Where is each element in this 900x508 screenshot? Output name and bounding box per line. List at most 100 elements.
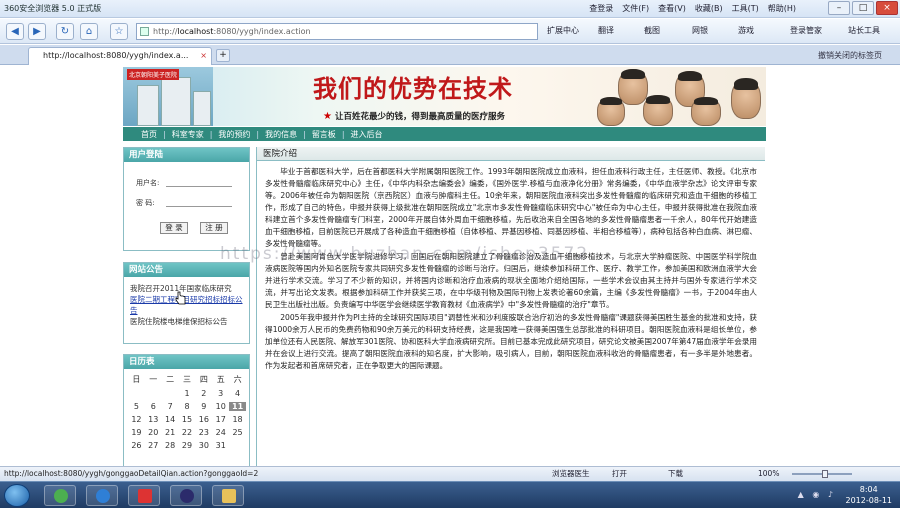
nav-home[interactable]: 首页 — [141, 129, 157, 140]
nav-my-appointments[interactable]: 我的预约 — [218, 129, 250, 140]
calendar-day[interactable]: 7 — [162, 402, 179, 411]
close-tab-icon[interactable]: × — [200, 48, 207, 64]
home-icon[interactable]: ⌂ — [80, 23, 98, 40]
hospital-building-image: 北京朝阳美子医院 — [123, 67, 213, 126]
menu-tools[interactable]: 工具(T) — [732, 3, 759, 14]
calendar-grid: 日一二三四五六 1 2 3 4 5 6 7 8 9 10 11 12 13 14 15 16 17 18 19 20 21… — [128, 374, 246, 450]
calendar-day[interactable]: 14 — [162, 415, 179, 424]
taskbar-eclipse[interactable] — [170, 485, 202, 506]
taskbar: ▲ ◉ ♪ 8:04 2012-08-11 — [0, 481, 900, 508]
main-content: 医院介绍 毕业于首都医科大学，后在首都医科大学附属朝阳医院工作。1993年朝阳医… — [256, 147, 765, 467]
login-panel: 用户登陆 用户名: 密 码: 登 录 注 册 — [123, 147, 250, 251]
calendar-day[interactable]: 29 — [179, 441, 196, 450]
calendar-day[interactable]: 27 — [145, 441, 162, 450]
minimize-button[interactable]: – — [828, 1, 850, 15]
back-icon[interactable]: ◀ — [6, 23, 24, 40]
password-label: 密 码: — [136, 199, 155, 207]
calendar-day[interactable]: 17 — [212, 415, 229, 424]
netbank-button[interactable]: 网银 — [692, 25, 708, 36]
calendar-day[interactable]: 11 — [229, 402, 246, 411]
menu-file[interactable]: 文件(F) — [622, 3, 649, 14]
password-input[interactable] — [166, 196, 232, 207]
taskbar-clock[interactable]: 8:04 2012-08-11 — [846, 484, 893, 506]
new-tab-button[interactable]: + — [216, 49, 230, 62]
calendar-day[interactable]: 1 — [179, 389, 196, 398]
tab-label: http://localhost:8080/yygh/index.a... — [43, 51, 189, 60]
zoom-level[interactable]: 100% — [758, 467, 779, 481]
maximize-button[interactable]: □ — [852, 1, 874, 15]
calendar-day[interactable]: 2 — [195, 389, 212, 398]
calendar-day[interactable]: 3 — [212, 389, 229, 398]
calendar-day[interactable]: 21 — [162, 428, 179, 437]
taskbar-app[interactable] — [128, 485, 160, 506]
login-manager-button[interactable]: 登录管家 — [790, 25, 822, 36]
download-button[interactable]: 下载 — [668, 467, 683, 481]
nav-message-board[interactable]: 留言板 — [312, 129, 336, 140]
username-input[interactable] — [166, 176, 232, 187]
calendar-day — [128, 389, 145, 398]
notice-item[interactable]: 医院二期工程项目研究招标招标公告 — [124, 294, 249, 316]
taskbar-360-browser[interactable] — [44, 485, 76, 506]
menu-help[interactable]: 帮助(H) — [768, 3, 796, 14]
extension-center-button[interactable]: 扩展中心 — [547, 25, 579, 36]
browser-title-bar: 360安全浏览器 5.0 正式版 查登录 文件(F) 查看(V) 收藏(B) 工… — [0, 0, 900, 18]
translate-button[interactable]: 翻译 — [598, 25, 614, 36]
forward-icon[interactable]: ▶ — [28, 23, 46, 40]
address-bar[interactable]: http://localhost:8080/yygh/index.action — [136, 23, 538, 40]
folder-icon — [222, 489, 236, 503]
taskbar-explorer[interactable] — [212, 485, 244, 506]
nav-experts[interactable]: 科室专家 — [172, 129, 204, 140]
games-button[interactable]: 游戏 — [738, 25, 754, 36]
calendar-day[interactable]: 30 — [195, 441, 212, 450]
zoom-slider-handle[interactable] — [822, 470, 828, 478]
menu-favorites[interactable]: 收藏(B) — [695, 3, 723, 14]
calendar-day[interactable]: 10 — [212, 402, 229, 411]
calendar-day[interactable]: 8 — [179, 402, 196, 411]
menu-view[interactable]: 查看(V) — [658, 3, 686, 14]
calendar-day[interactable]: 12 — [128, 415, 145, 424]
calendar-day[interactable]: 5 — [128, 402, 145, 411]
calendar-day[interactable]: 22 — [179, 428, 196, 437]
calendar-day[interactable]: 16 — [195, 415, 212, 424]
browser-title: 360安全浏览器 5.0 正式版 — [4, 4, 102, 13]
site-nav: 首页 | 科室专家 | 我的预约 | 我的信息 | 留言板 | 进入后台 — [123, 127, 766, 141]
calendar-day[interactable]: 13 — [145, 415, 162, 424]
browser-icon — [54, 489, 68, 503]
menu-login[interactable]: 查登录 — [589, 3, 613, 14]
calendar-day[interactable]: 19 — [128, 428, 145, 437]
weekday-label: 一 — [149, 375, 158, 384]
calendar-day[interactable]: 28 — [162, 441, 179, 450]
calendar-day[interactable]: 26 — [128, 441, 145, 450]
screenshot-button[interactable]: 截图 — [644, 25, 660, 36]
webmaster-tools-button[interactable]: 站长工具 — [848, 25, 880, 36]
system-tray[interactable]: ▲ ◉ ♪ — [798, 490, 836, 499]
open-button[interactable]: 打开 — [612, 467, 627, 481]
browser-doctor-button[interactable]: 浏览器医生 — [552, 467, 590, 481]
calendar-day[interactable]: 31 — [212, 441, 229, 450]
nav-admin[interactable]: 进入后台 — [351, 129, 383, 140]
calendar-day[interactable]: 24 — [212, 428, 229, 437]
star-icon[interactable]: ☆ — [110, 23, 128, 40]
notice-item[interactable]: 我院召开2011年国家临床研究 — [124, 283, 249, 294]
calendar-day[interactable]: 25 — [229, 428, 246, 437]
start-button[interactable] — [4, 484, 30, 507]
reopen-closed-tab-button[interactable]: 撤销关闭的标签页 — [818, 50, 882, 61]
calendar-day[interactable]: 6 — [145, 402, 162, 411]
register-button[interactable]: 注 册 — [200, 222, 228, 234]
calendar-day[interactable]: 4 — [229, 389, 246, 398]
hospital-sign: 北京朝阳美子医院 — [127, 69, 180, 80]
taskbar-ie[interactable] — [86, 485, 118, 506]
nav-my-info[interactable]: 我的信息 — [265, 129, 297, 140]
calendar-day[interactable]: 23 — [195, 428, 212, 437]
calendar-day[interactable]: 18 — [229, 415, 246, 424]
calendar-day[interactable]: 20 — [145, 428, 162, 437]
close-button[interactable]: × — [876, 1, 898, 15]
refresh-icon[interactable]: ↻ — [56, 23, 74, 40]
login-panel-header: 用户登陆 — [124, 148, 249, 162]
login-button[interactable]: 登 录 — [160, 222, 188, 234]
calendar-day[interactable]: 15 — [179, 415, 196, 424]
notice-item[interactable]: 医院住院楼电梯维保招标公告 — [124, 316, 249, 327]
calendar-day[interactable]: 9 — [195, 402, 212, 411]
tab-localhost[interactable]: http://localhost:8080/yygh/index.a... × — [28, 47, 212, 65]
weekday-label: 六 — [233, 375, 242, 384]
